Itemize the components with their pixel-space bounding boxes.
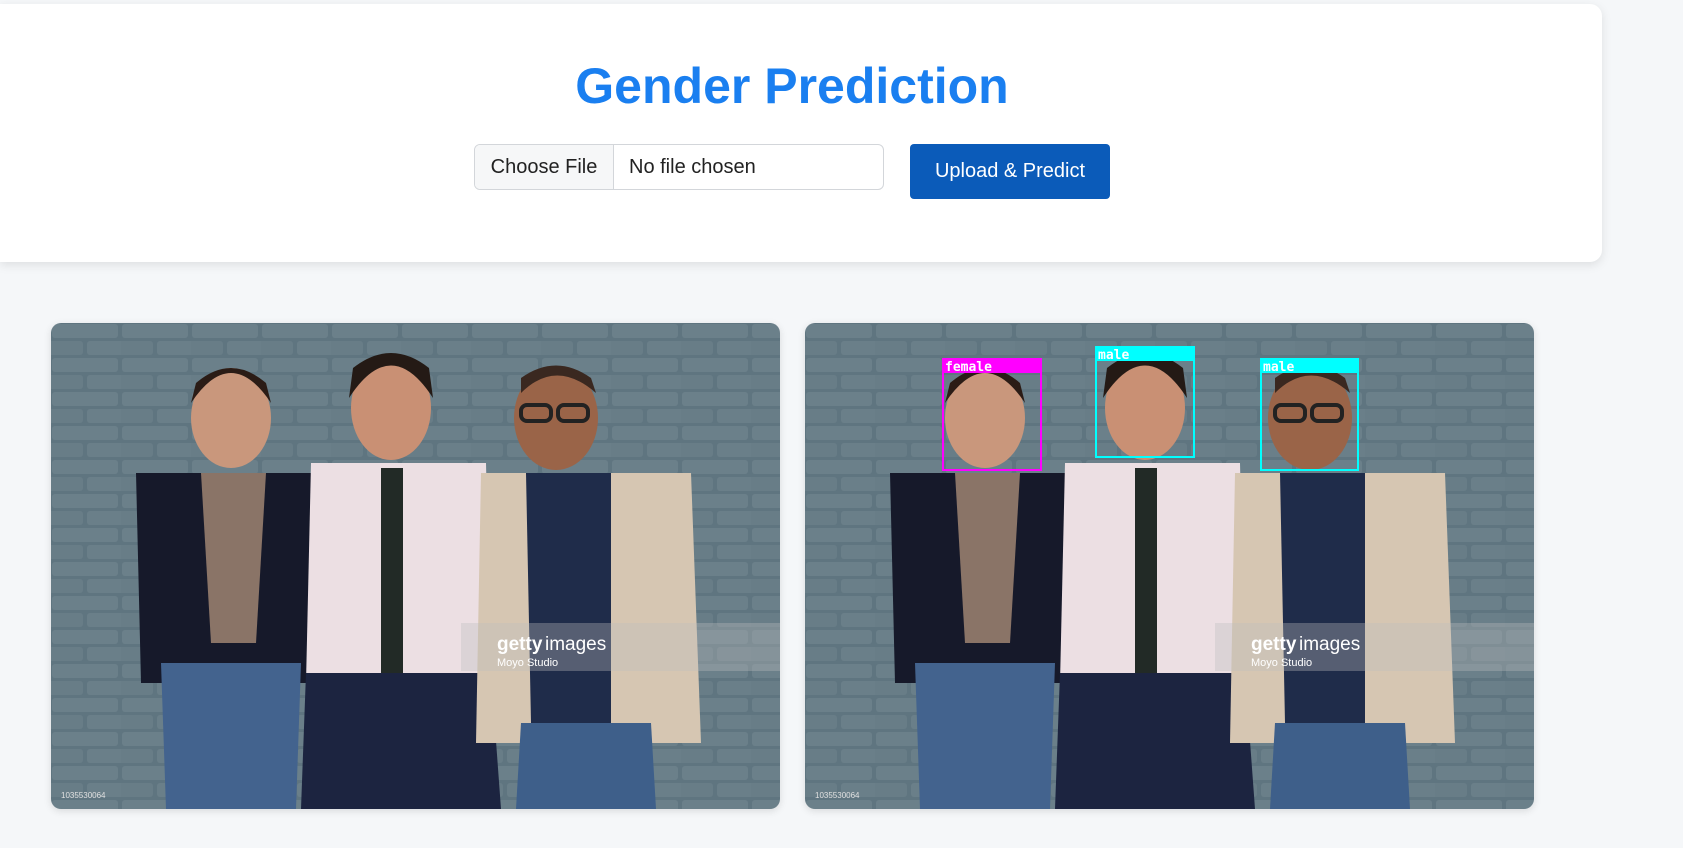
watermark-brand-a: getty <box>497 634 543 655</box>
predicted-image: female male male getty images Moyo Studi… <box>805 323 1534 809</box>
watermark-brand-a: getty <box>1251 634 1297 655</box>
detection-label: male <box>1263 360 1294 375</box>
file-input[interactable]: Choose File No file chosen <box>474 144 884 190</box>
watermark-brand-b: images <box>545 634 606 655</box>
detection-label: female <box>945 360 992 375</box>
detection-label: male <box>1098 348 1129 363</box>
watermark-brand-b: images <box>1299 634 1360 655</box>
predicted-photo: female male male getty images Moyo Studi… <box>805 323 1534 809</box>
upload-card: Gender Prediction Choose File No file ch… <box>0 4 1602 262</box>
image-id: 1035530064 <box>61 791 106 800</box>
choose-file-button[interactable]: Choose File <box>475 145 614 189</box>
upload-predict-button[interactable]: Upload & Predict <box>910 144 1110 199</box>
watermark-credit: Moyo Studio <box>497 657 558 669</box>
original-image: getty images Moyo Studio 1035530064 <box>51 323 780 809</box>
image-id: 1035530064 <box>815 791 860 800</box>
page-title: Gender Prediction <box>575 58 1009 114</box>
file-status-text: No file chosen <box>629 155 756 178</box>
watermark-credit: Moyo Studio <box>1251 657 1312 669</box>
original-photo: getty images Moyo Studio 1035530064 <box>51 323 780 809</box>
